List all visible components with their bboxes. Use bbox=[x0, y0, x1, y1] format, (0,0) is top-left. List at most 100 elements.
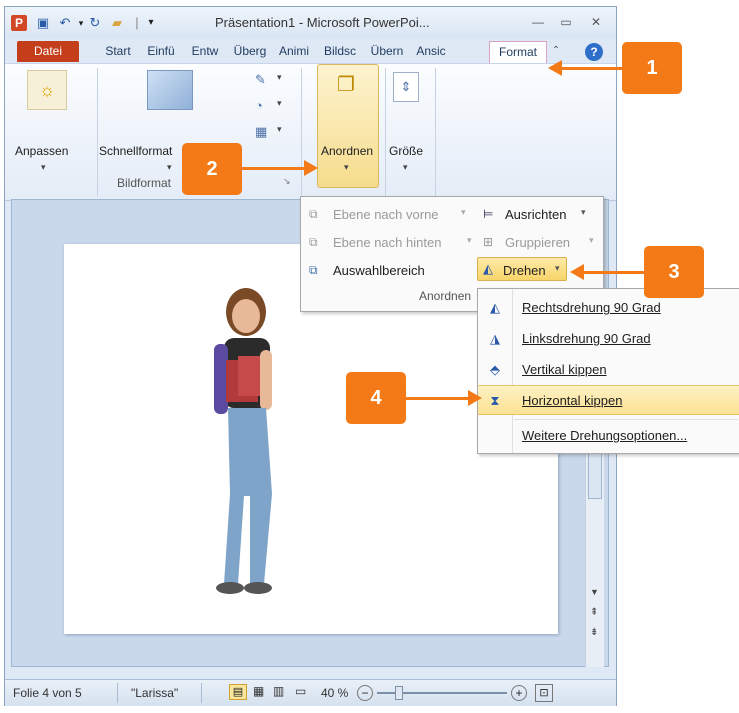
callout-2-arrow bbox=[242, 167, 306, 170]
quick-styles-dropdown-icon[interactable]: ▾ bbox=[167, 162, 172, 173]
maximize-button[interactable]: ▭ bbox=[555, 13, 577, 31]
tab-ansicht[interactable]: Ansic bbox=[413, 41, 449, 62]
picture-styles-icon[interactable] bbox=[147, 70, 193, 110]
picture-border-dropdown-icon[interactable]: ▾ bbox=[277, 72, 282, 83]
align-item[interactable]: Ausrichten bbox=[505, 207, 566, 222]
fit-to-window-icon[interactable]: ⊡ bbox=[535, 684, 553, 702]
group-icon: ⊞ bbox=[483, 235, 494, 249]
zoom-slider[interactable] bbox=[377, 686, 507, 700]
rotate-left-icon: ◮ bbox=[490, 331, 500, 346]
flip-horizontal-icon: ⧗ bbox=[490, 393, 500, 408]
selection-pane-item[interactable]: Auswahlbereich bbox=[333, 263, 425, 278]
tab-einfuegen[interactable]: Einfü bbox=[143, 41, 179, 62]
next-slide-icon[interactable]: ⇟ bbox=[590, 627, 598, 638]
girl-picture[interactable] bbox=[194, 284, 314, 604]
rotate-dropdown-icon[interactable]: ▾ bbox=[555, 263, 560, 274]
rotate-right-label: Rechtsdrehung 90 Grad bbox=[522, 300, 661, 315]
callout-1: 1 bbox=[622, 42, 682, 94]
title-bar: P ▣ ↶ ▾ ↻ ▰ | ▾ Präsentation1 - Microsof… bbox=[5, 7, 616, 39]
arrange-group-label: Anordnen bbox=[419, 289, 472, 303]
zoom-level[interactable]: 40 % bbox=[321, 686, 348, 700]
flip-vertical-item[interactable]: ⬘ Vertikal kippen bbox=[478, 355, 739, 385]
flip-horizontal-item[interactable]: ⧗ Horizontal kippen bbox=[478, 385, 739, 415]
callout-2: 2 bbox=[182, 143, 242, 195]
size-label[interactable]: Größe bbox=[389, 144, 423, 158]
more-rotation-options-item[interactable]: Weitere Drehungsoptionen... bbox=[478, 421, 739, 451]
selection-pane-icon: ⧉ bbox=[309, 263, 318, 277]
callout-3-arrow bbox=[582, 271, 644, 274]
arrange-dropdown-icon[interactable]: ▾ bbox=[344, 162, 349, 173]
adjust-icon[interactable]: ☼ bbox=[27, 70, 67, 110]
zoom-slider-thumb[interactable] bbox=[395, 686, 403, 700]
align-dropdown-icon[interactable]: ▾ bbox=[581, 207, 586, 218]
size-icon[interactable]: ⇕ bbox=[393, 72, 419, 102]
customize-quick-access-icon[interactable]: ▾ bbox=[143, 15, 159, 31]
zoom-out-icon[interactable]: − bbox=[357, 685, 373, 701]
tab-entwurf[interactable]: Entw bbox=[187, 41, 223, 62]
group-separator bbox=[385, 68, 386, 196]
rotate-left-label: Linksdrehung 90 Grad bbox=[522, 331, 651, 346]
callout-1-arrowhead bbox=[548, 60, 562, 76]
open-folder-icon[interactable]: ▰ bbox=[109, 15, 125, 31]
help-icon[interactable]: ? bbox=[585, 43, 603, 61]
arrange-icon[interactable]: ❐ bbox=[331, 72, 361, 100]
send-backward-item[interactable]: Ebene nach hinten bbox=[333, 235, 441, 250]
window-title: Präsentation1 - Microsoft PowerPoi... bbox=[215, 15, 430, 30]
arrange-label[interactable]: Anordnen bbox=[321, 144, 373, 158]
slide-sorter-icon[interactable]: ▦ bbox=[253, 684, 264, 698]
ribbon-tab-row: Datei Start Einfü Entw Überg Animi Bilds… bbox=[5, 39, 616, 63]
redo-icon[interactable]: ↻ bbox=[87, 15, 103, 31]
dialog-launcher-icon[interactable]: ↘ bbox=[283, 176, 291, 187]
callout-4: 4 bbox=[346, 372, 406, 424]
bring-forward-item[interactable]: Ebene nach vorne bbox=[333, 207, 439, 222]
tab-bildschirmpraesentation[interactable]: Bildsc bbox=[319, 41, 361, 62]
adjust-dropdown-icon[interactable]: ▾ bbox=[41, 162, 46, 173]
picture-border-icon[interactable]: ✎ bbox=[255, 72, 275, 88]
zoom-in-icon[interactable]: + bbox=[511, 685, 527, 701]
picture-effects-dropdown-icon[interactable]: ▾ bbox=[277, 98, 282, 109]
picture-effects-icon[interactable]: ◔ bbox=[255, 98, 275, 114]
adjust-label[interactable]: Anpassen bbox=[15, 144, 68, 158]
align-icon: ⊨ bbox=[483, 207, 494, 221]
picture-layout-icon[interactable]: ▦ bbox=[255, 124, 275, 140]
callout-1-arrow bbox=[560, 67, 622, 70]
flip-horizontal-label: Horizontal kippen bbox=[522, 393, 623, 408]
picture-format-group-label: Bildformat bbox=[117, 176, 172, 190]
reading-view-icon[interactable]: ▥ bbox=[273, 684, 284, 698]
quick-styles-label[interactable]: Schnellformat bbox=[99, 144, 172, 158]
callout-2-arrowhead bbox=[304, 160, 318, 176]
previous-slide-icon[interactable]: ⇞ bbox=[590, 607, 598, 618]
group-dropdown-icon: ▾ bbox=[589, 235, 594, 245]
callout-4-arrowhead bbox=[468, 390, 482, 406]
bring-forward-icon: ⧉ bbox=[309, 207, 318, 221]
group-item[interactable]: Gruppieren bbox=[505, 235, 570, 250]
callout-3-arrowhead bbox=[570, 264, 584, 280]
powerpoint-app-icon[interactable]: P bbox=[11, 15, 27, 31]
tab-ueberpruefen[interactable]: Übern bbox=[367, 41, 407, 62]
slideshow-icon[interactable]: ▭ bbox=[295, 684, 306, 698]
minimize-button[interactable]: — bbox=[527, 13, 549, 31]
rotate-left-item[interactable]: ◮ Linksdrehung 90 Grad bbox=[478, 324, 739, 354]
slide-counter: Folie 4 von 5 bbox=[13, 686, 82, 700]
ribbon-format: ☼ Anpassen ▾ Schnellformat ▾ ✎ ▾ ◔ ▾ ▦ ▾… bbox=[5, 63, 616, 201]
save-icon[interactable]: ▣ bbox=[35, 15, 51, 31]
group-separator bbox=[301, 68, 302, 196]
normal-view-icon[interactable]: ▤ bbox=[229, 684, 247, 700]
undo-icon[interactable]: ↶ bbox=[57, 15, 73, 31]
scroll-down-icon[interactable]: ▼ bbox=[590, 587, 599, 597]
tab-animationen[interactable]: Animi bbox=[275, 41, 313, 62]
size-dropdown-icon[interactable]: ▾ bbox=[403, 162, 408, 173]
ribbon-collapse-icon[interactable]: ⌃ bbox=[549, 45, 563, 59]
tab-start[interactable]: Start bbox=[101, 41, 135, 62]
picture-layout-dropdown-icon[interactable]: ▾ bbox=[277, 124, 282, 135]
close-button[interactable]: ✕ bbox=[585, 13, 607, 31]
tab-uebergaenge[interactable]: Überg bbox=[231, 41, 269, 62]
more-rotation-options-label: Weitere Drehungsoptionen... bbox=[522, 428, 688, 443]
send-backward-icon: ⧉ bbox=[309, 235, 318, 249]
rotate-item[interactable]: Drehen bbox=[503, 263, 546, 278]
tab-format[interactable]: Format bbox=[489, 41, 547, 63]
status-separator bbox=[201, 683, 202, 703]
menu-separator bbox=[514, 419, 738, 420]
callout-3: 3 bbox=[644, 246, 704, 298]
tab-datei[interactable]: Datei bbox=[17, 41, 79, 62]
